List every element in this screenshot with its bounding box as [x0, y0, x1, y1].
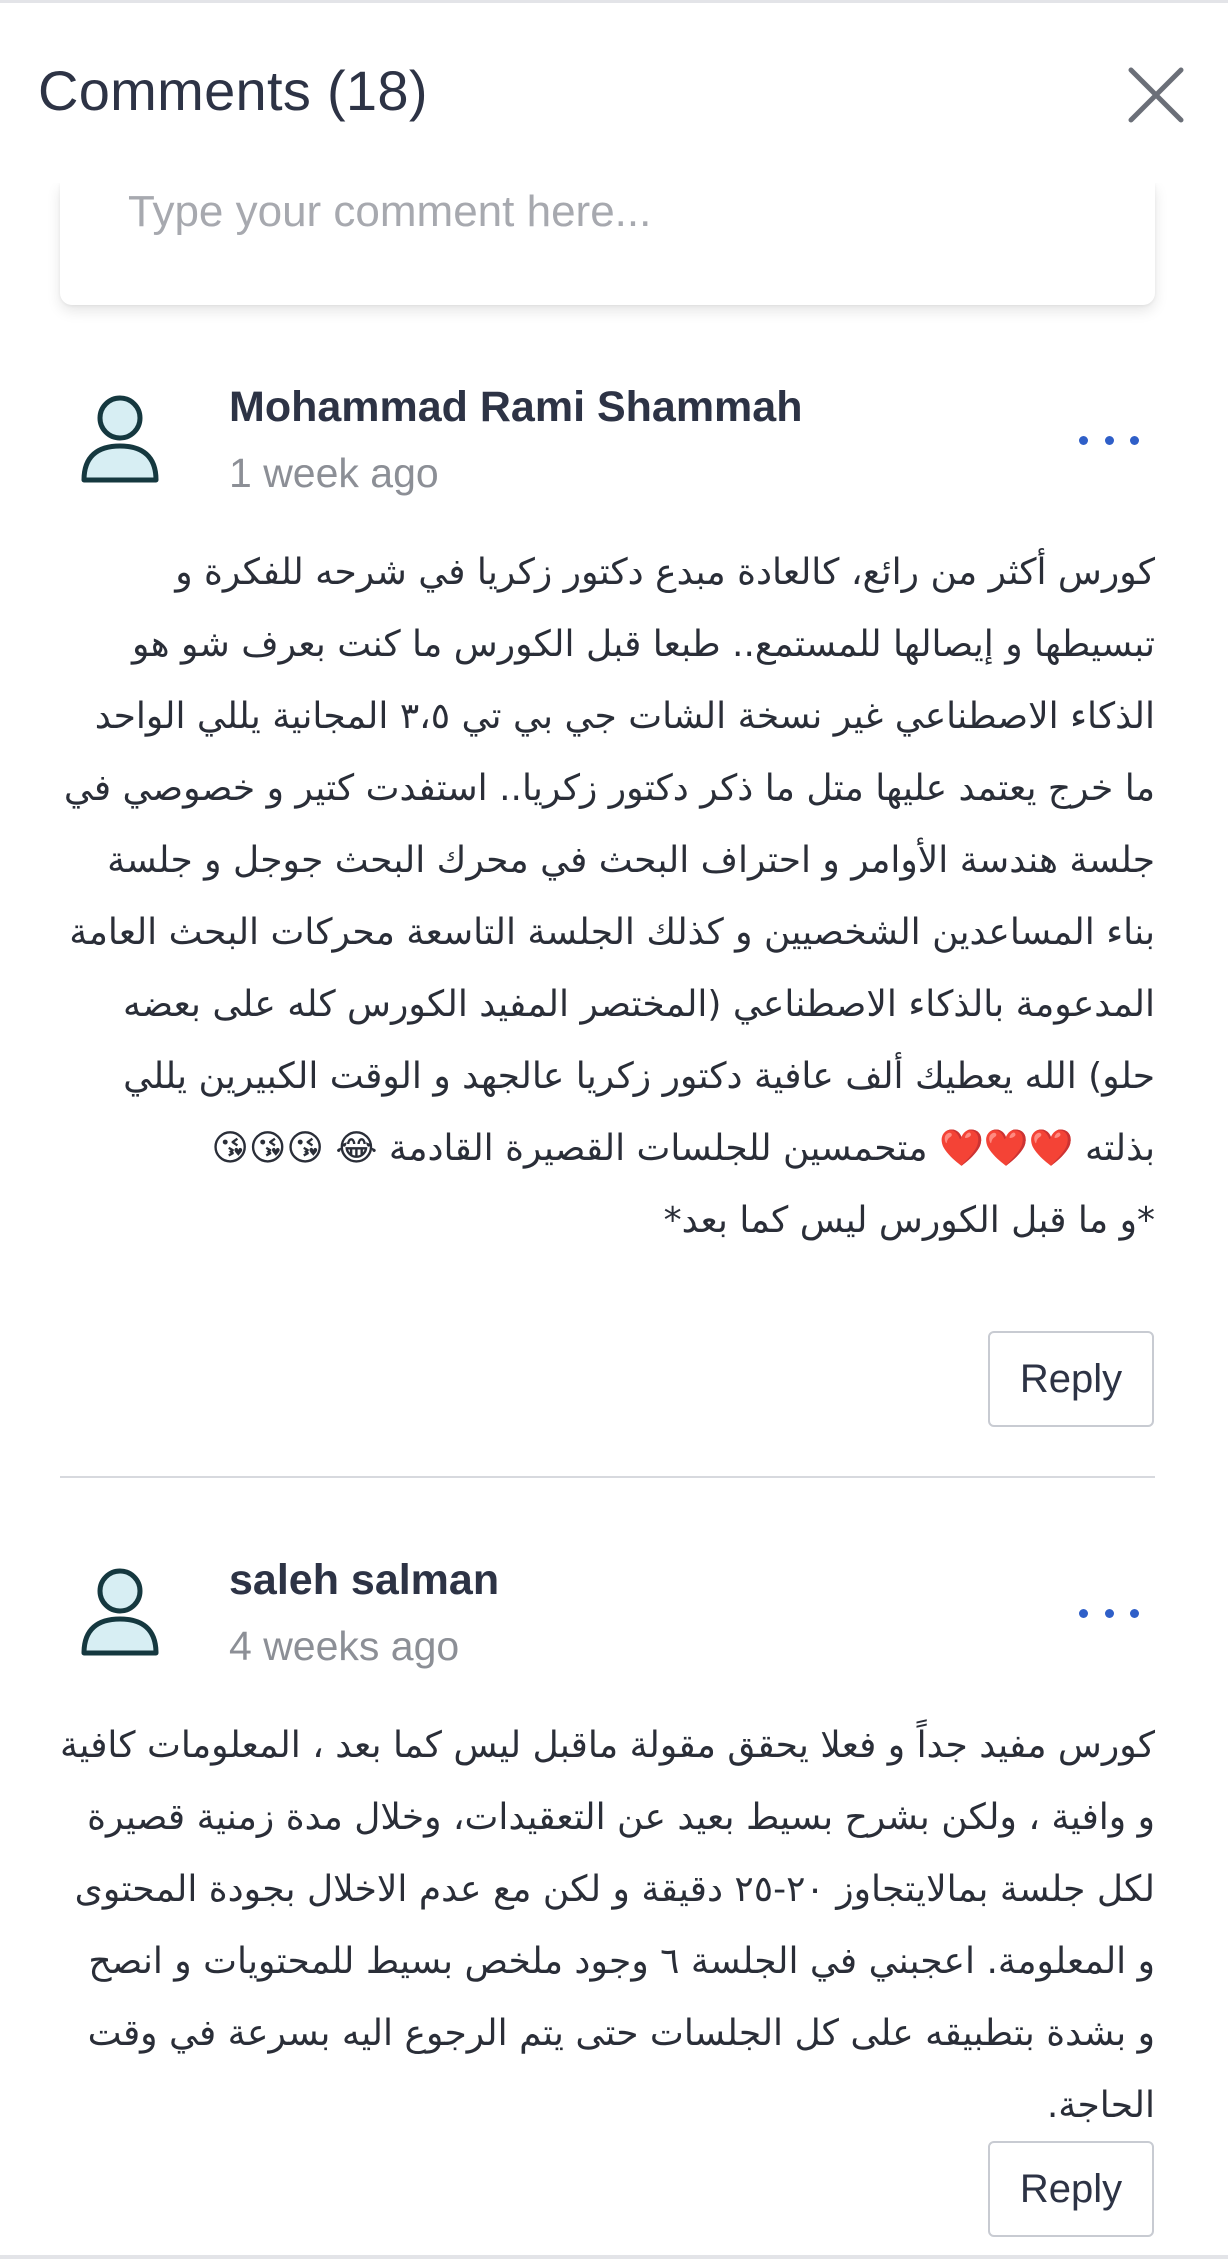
- comment-timestamp: 1 week ago: [229, 450, 439, 496]
- reply-button[interactable]: Reply: [988, 1331, 1154, 1427]
- more-options-icon-dot: [1130, 435, 1139, 445]
- comment-author[interactable]: Mohammad Rami Shammah: [229, 383, 802, 432]
- close-icon: [1128, 67, 1184, 123]
- more-options-icon-dot: [1104, 1608, 1114, 1618]
- avatar: [80, 394, 160, 486]
- comment-author[interactable]: saleh salman: [229, 1556, 499, 1605]
- bottom-border: [0, 2255, 1228, 2259]
- reply-button[interactable]: Reply: [988, 2141, 1154, 2237]
- more-options-icon: [1079, 435, 1088, 445]
- close-button[interactable]: [1126, 65, 1186, 125]
- comment-text: كورس أكثر من رائع، كالعادة مبدع دكتور زك…: [63, 552, 1155, 1241]
- comment-input-placeholder[interactable]: Type your comment here...: [128, 187, 651, 237]
- comment-divider: [60, 1476, 1155, 1478]
- comments-header: Comments (18): [0, 3, 1228, 183]
- comment-input-card[interactable]: Type your comment here...: [60, 183, 1155, 305]
- comment-timestamp: 4 weeks ago: [229, 1623, 460, 1669]
- page-title: Comments (18): [38, 59, 428, 122]
- more-options-icon: [1079, 1608, 1088, 1618]
- comment-text: كورس مفيد جداً و فعلا يحقق مقولة ماقبل ل…: [60, 1725, 1155, 2126]
- more-options-icon-dot: [1104, 435, 1114, 445]
- user-avatar-icon: [81, 1568, 159, 1656]
- comment-item: Mohammad Rami Shammah 1 week ago كورس أك…: [60, 380, 1155, 1430]
- user-avatar-icon: [81, 395, 159, 483]
- comment-item: saleh salman 4 weeks ago كورس مفيد جداً …: [60, 1553, 1155, 2253]
- more-options-button[interactable]: [1079, 425, 1139, 455]
- avatar: [80, 1567, 160, 1659]
- more-options-icon-dot: [1130, 1608, 1139, 1618]
- more-options-button[interactable]: [1079, 1598, 1139, 1628]
